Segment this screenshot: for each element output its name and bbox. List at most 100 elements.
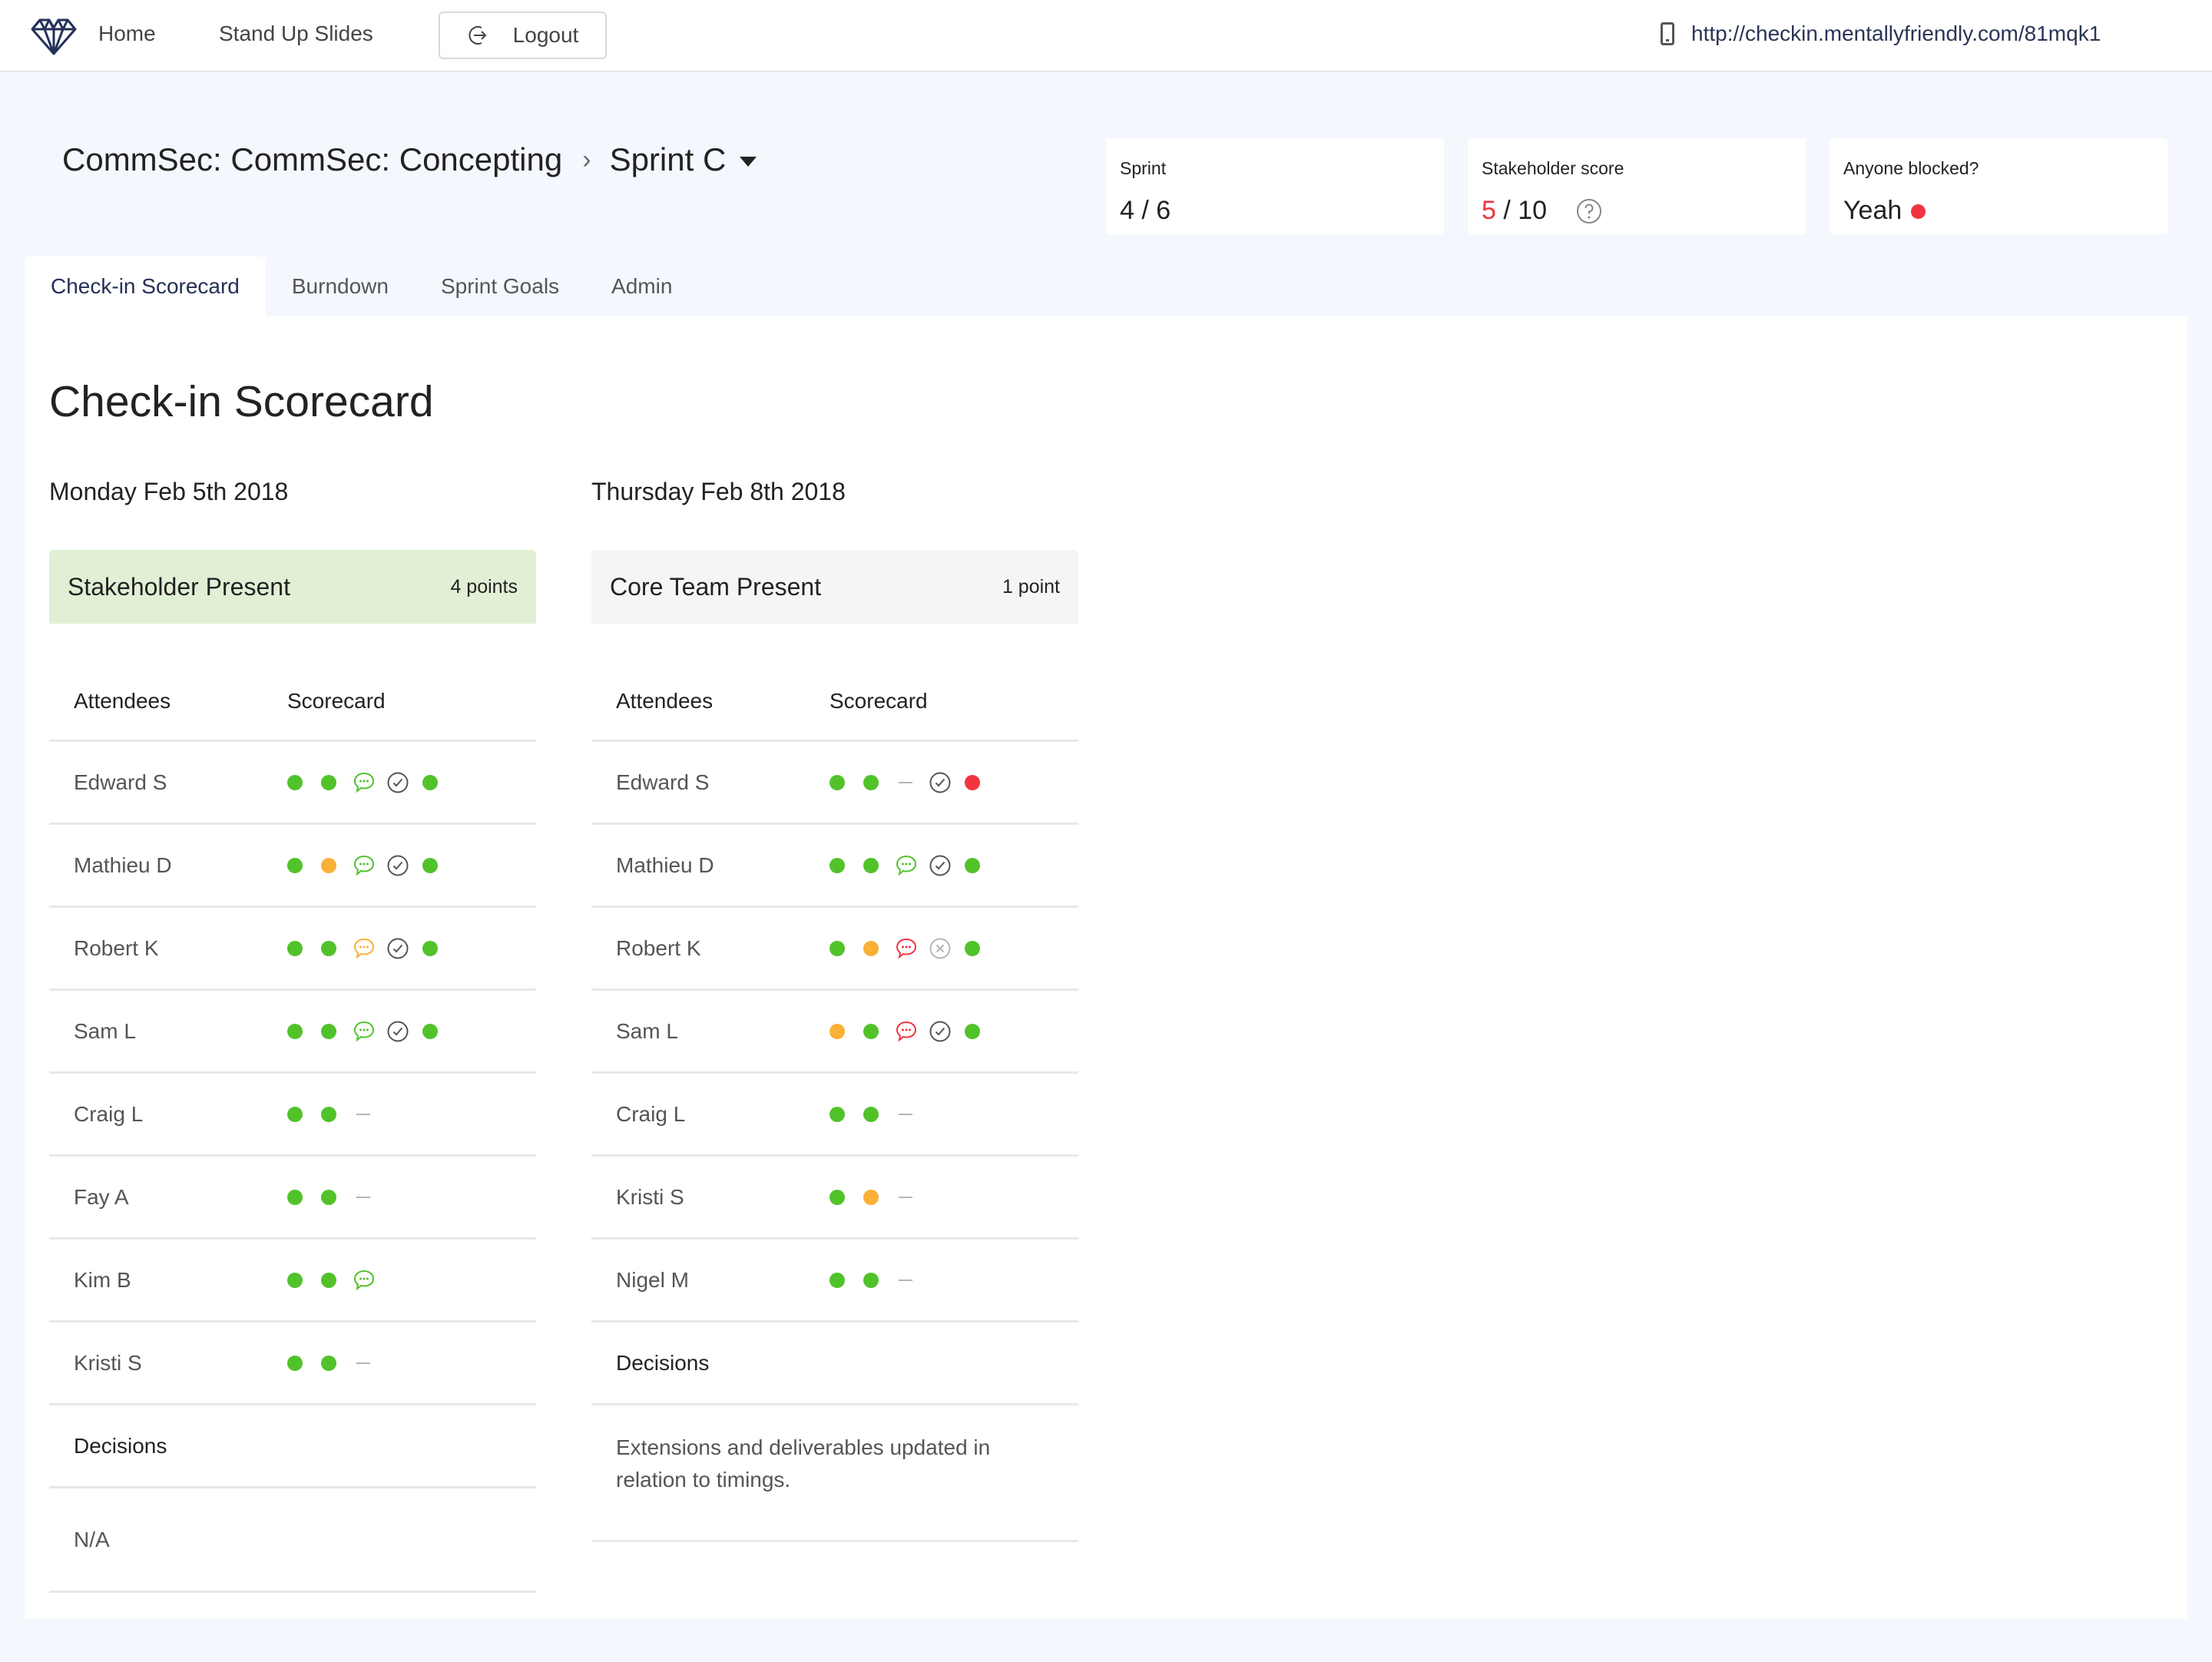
scorecard-header: Scorecard xyxy=(287,688,386,713)
stakeholder-score-total: 10 xyxy=(1518,196,1548,225)
status-dot-green-icon xyxy=(863,771,897,794)
dash-icon xyxy=(355,1352,389,1375)
chat-bubble-green-icon xyxy=(896,854,931,877)
nav-home-link[interactable]: Home xyxy=(98,22,156,46)
scorecard-marks xyxy=(287,1103,389,1126)
check-circle-icon xyxy=(387,937,422,960)
attendee-row: Sam L xyxy=(49,991,536,1074)
diamond-logo-icon[interactable] xyxy=(29,15,78,57)
status-dot-green-icon xyxy=(830,937,863,960)
check-circle-icon xyxy=(387,1020,422,1043)
attendee-name: Mathieu D xyxy=(74,853,172,877)
attendee-name: Robert K xyxy=(74,935,159,960)
status-dot-green-icon xyxy=(422,771,456,794)
tab-sprint-goals[interactable]: Sprint Goals xyxy=(415,257,585,316)
sprint-stat-value: 4 / 6 xyxy=(1120,196,1430,226)
status-dot-green-icon xyxy=(965,854,998,877)
status-dot-green-icon xyxy=(321,1269,355,1292)
tab-admin[interactable]: Admin xyxy=(585,257,698,316)
attendee-row: Edward S xyxy=(591,742,1078,825)
status-dot-green-icon xyxy=(287,1020,321,1043)
scorecard-marks xyxy=(287,1269,389,1292)
checkin-url-text[interactable]: http://checkin.mentallyfriendly.com/81mq… xyxy=(1691,22,2101,46)
attendee-row: Edward S xyxy=(49,742,536,825)
attendee-name: Edward S xyxy=(616,770,710,794)
present-title: Stakeholder Present xyxy=(68,572,290,601)
breadcrumb: CommSec: CommSec: Concepting › Sprint C xyxy=(62,141,757,178)
check-circle-icon xyxy=(929,854,965,877)
status-dot-green-icon xyxy=(287,1269,321,1292)
breadcrumb-project[interactable]: CommSec: CommSec: Concepting xyxy=(62,141,562,178)
attendee-name: Sam L xyxy=(74,1018,136,1043)
attendees-header: Attendees xyxy=(616,688,714,713)
scorecard-header: Scorecard xyxy=(830,688,928,713)
tab-burndown[interactable]: Burndown xyxy=(266,257,415,316)
chat-bubble-orange-icon xyxy=(353,937,389,960)
logout-button[interactable]: Logout xyxy=(439,12,607,59)
tab-bar: Check-in Scorecard Burndown Sprint Goals… xyxy=(25,257,698,316)
tab-check-in-scorecard[interactable]: Check-in Scorecard xyxy=(25,257,266,316)
status-dot-green-icon xyxy=(830,854,863,877)
attendees-table: Attendees Scorecard Edward S Mathieu D Rob… xyxy=(591,662,1078,1542)
anyone-blocked-card: Anyone blocked? Yeah xyxy=(1830,138,2167,234)
decisions-header-row: Decisions xyxy=(591,1323,1078,1405)
page-title: Check-in Scorecard xyxy=(49,377,434,426)
attendee-row: Nigel M xyxy=(591,1240,1078,1323)
status-dot-green-icon xyxy=(422,937,456,960)
checkin-date: Monday Feb 5th 2018 xyxy=(49,478,289,505)
attendee-row: Mathieu D xyxy=(591,825,1078,908)
status-dot-green-icon xyxy=(863,1269,897,1292)
status-dot-red-icon xyxy=(965,771,998,794)
decisions-text: N/A xyxy=(74,1527,110,1551)
check-circle-icon xyxy=(929,1020,965,1043)
help-question-icon[interactable] xyxy=(1576,198,1602,224)
sprint-stat-card: Sprint 4 / 6 xyxy=(1106,138,1444,234)
table-header-row: Attendees Scorecard xyxy=(591,662,1078,742)
anyone-blocked-value: Yeah xyxy=(1843,196,2154,226)
sprint-dropdown[interactable]: Sprint C xyxy=(610,141,757,178)
sprint-stat-label: Sprint xyxy=(1120,158,1167,178)
cross-circle-icon xyxy=(929,937,965,960)
scorecard-marks xyxy=(830,771,998,794)
attendee-name: Nigel M xyxy=(616,1267,689,1292)
status-dot-green-icon xyxy=(422,1020,456,1043)
stakeholder-score-value: 5 / 10 xyxy=(1482,196,1792,226)
status-dot-green-icon xyxy=(287,1352,321,1375)
scorecard-marks xyxy=(287,937,456,960)
status-dot-orange-icon xyxy=(321,854,355,877)
attendee-row: Mathieu D xyxy=(49,825,536,908)
scorecard-marks xyxy=(287,854,456,877)
attendee-name: Kim B xyxy=(74,1267,131,1292)
attendee-row: Sam L xyxy=(591,991,1078,1074)
scorecard-marks xyxy=(830,937,998,960)
status-dot-green-icon xyxy=(830,771,863,794)
attendee-row: Kristi S xyxy=(591,1157,1078,1240)
decisions-header: Decisions xyxy=(616,1350,710,1375)
status-dot-orange-icon xyxy=(863,937,897,960)
checkin-date: Thursday Feb 8th 2018 xyxy=(591,478,846,505)
anyone-blocked-label: Anyone blocked? xyxy=(1843,158,1979,178)
check-circle-icon xyxy=(387,854,422,877)
chat-bubble-green-icon xyxy=(353,1020,389,1043)
nav-stand-up-slides-link[interactable]: Stand Up Slides xyxy=(219,22,373,46)
attendee-name: Robert K xyxy=(616,935,701,960)
stakeholder-present-banner: Stakeholder Present 4 points xyxy=(49,550,536,624)
logout-icon xyxy=(469,26,487,45)
status-dot-green-icon xyxy=(321,1352,355,1375)
attendee-name: Mathieu D xyxy=(616,853,714,877)
sprint-dropdown-label: Sprint C xyxy=(609,141,727,177)
status-dot-green-icon xyxy=(287,1103,321,1126)
sprint-separator: / xyxy=(1134,196,1157,225)
dash-icon xyxy=(897,1269,931,1292)
logout-label: Logout xyxy=(512,23,579,47)
status-dot-green-icon xyxy=(830,1269,863,1292)
chat-bubble-green-icon xyxy=(353,1269,389,1292)
dash-icon xyxy=(355,1186,389,1209)
attendees-table: Attendees Scorecard Edward S Mathieu D Rob… xyxy=(49,662,536,1593)
scorecard-marks xyxy=(287,1020,456,1043)
checkin-url: http://checkin.mentallyfriendly.com/81mq… xyxy=(1661,22,2101,46)
chat-bubble-green-icon xyxy=(353,771,389,794)
status-dot-green-icon xyxy=(287,854,321,877)
decisions-header: Decisions xyxy=(74,1433,167,1458)
scorecard-marks xyxy=(287,1186,389,1209)
